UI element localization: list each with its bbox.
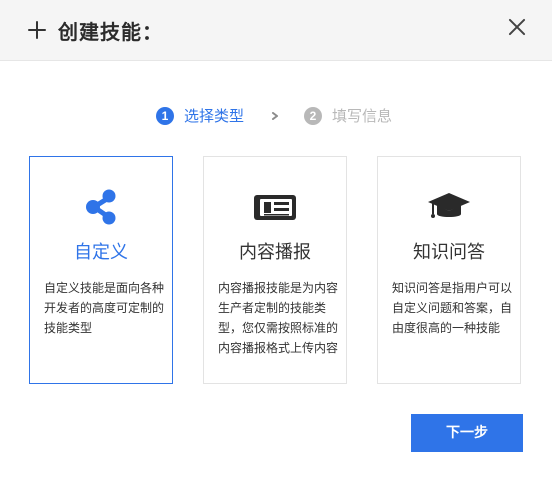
- plus-icon: [28, 21, 46, 39]
- skill-card-custom[interactable]: 自定义 自定义技能是面向各种开发者的高度可定制的技能类型: [29, 156, 173, 384]
- skill-card-knowledge-qa[interactable]: 知识问答 知识问答是指用户可以自定义问题和答案，自由度很高的一种技能: [377, 156, 521, 384]
- close-icon[interactable]: [508, 18, 526, 36]
- skill-card-title: 内容播报: [239, 242, 311, 263]
- step-label-select-type: 选择类型: [184, 107, 245, 125]
- skill-card-content-broadcast[interactable]: 内容播报 内容播报技能是为内容生产者定制的技能类型，您仅需按照标准的内容播报格式…: [203, 156, 347, 384]
- create-skill-dialog: 创建技能： 1 选择类型 2 填写信息 自定义 自定义技能是面向各种开发者的高度…: [0, 0, 552, 480]
- skill-card-description: 知识问答是指用户可以自定义问题和答案，自由度很高的一种技能: [392, 281, 512, 335]
- skill-type-cards: 自定义 自定义技能是面向各种开发者的高度可定制的技能类型 内容播报 内容播报技能…: [29, 156, 523, 386]
- dialog-header: 创建技能：: [0, 0, 552, 61]
- skill-card-title: 知识问答: [413, 242, 485, 263]
- graduation-cap-icon: [423, 187, 475, 227]
- next-step-button[interactable]: 下一步: [411, 414, 523, 452]
- step-number-1: 1: [156, 107, 174, 125]
- skill-card-description: 内容播报技能是为内容生产者定制的技能类型，您仅需按照标准的内容播报格式上传内容: [218, 281, 338, 355]
- step-fill-info: 2 填写信息: [304, 107, 392, 125]
- share-icon: [75, 187, 127, 227]
- skill-card-description: 自定义技能是面向各种开发者的高度可定制的技能类型: [44, 281, 164, 335]
- step-label-fill-info: 填写信息: [332, 107, 393, 125]
- newspaper-icon: [249, 187, 301, 227]
- chevron-right-icon: [271, 112, 279, 120]
- skill-card-title: 自定义: [74, 242, 128, 263]
- step-number-2: 2: [304, 107, 322, 125]
- step-select-type: 1 选择类型: [156, 107, 244, 125]
- dialog-title: 创建技能：: [58, 19, 163, 44]
